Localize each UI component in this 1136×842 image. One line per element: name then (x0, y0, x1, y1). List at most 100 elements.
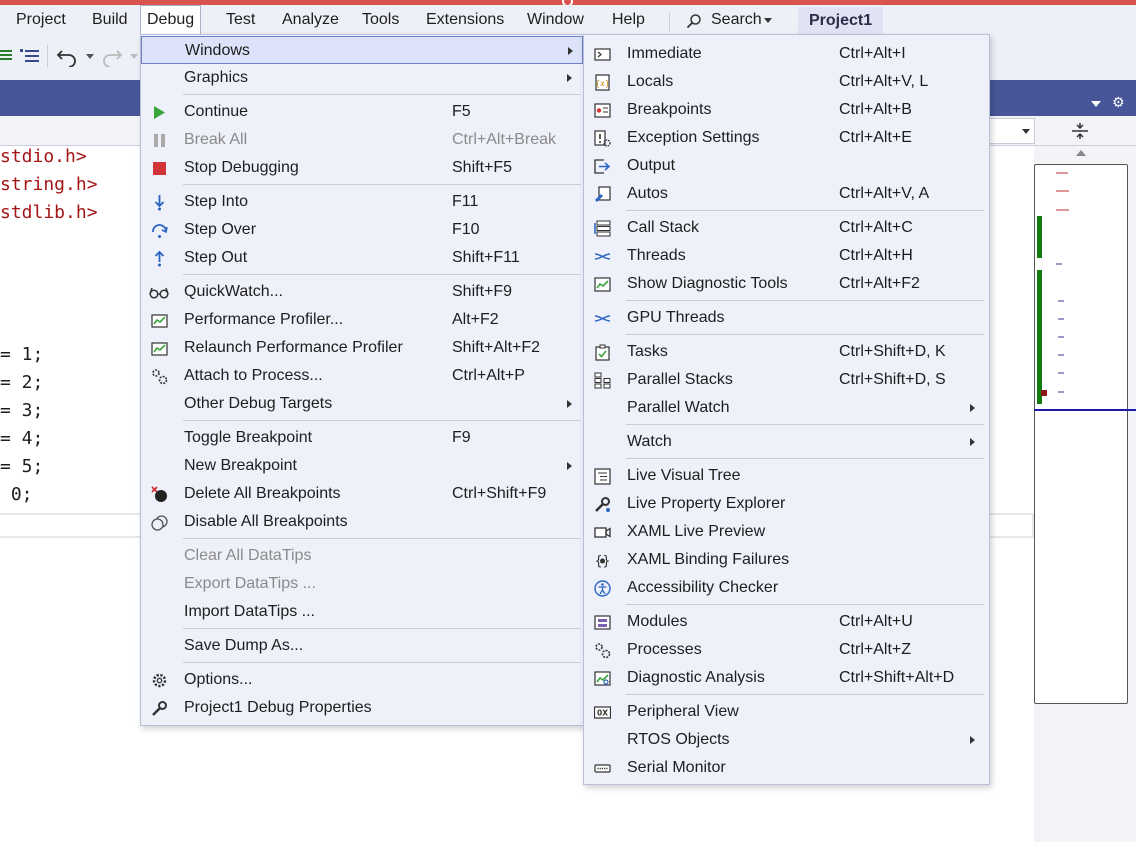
windows-menu-item-serial-monitor[interactable]: Serial Monitor (584, 754, 989, 782)
menu-bar: Project Build Debug Test Analyze Tools E… (0, 5, 1136, 36)
windows-menu-item-call-stack[interactable]: Call Stack Ctrl+Alt+C (584, 214, 989, 242)
video-camera-icon (594, 527, 611, 538)
windows-menu-item-parallel-watch[interactable]: Parallel Watch (584, 394, 989, 422)
comment-lines-icon[interactable] (20, 49, 40, 65)
debug-menu-item-graphics[interactable]: Graphics (141, 64, 583, 92)
menu-help[interactable]: Help (609, 5, 648, 35)
chevron-down-icon[interactable] (86, 54, 94, 59)
peripheral-view-icon: 0X (594, 706, 611, 719)
windows-menu-item-live-property-explorer[interactable]: Live Property Explorer (584, 490, 989, 518)
debug-menu-item-other-debug-targets[interactable]: Other Debug Targets (141, 390, 583, 418)
chevron-down-icon[interactable] (1022, 129, 1030, 134)
threads-icon (594, 253, 611, 260)
play-icon (154, 106, 165, 119)
chevron-right-icon (970, 736, 975, 744)
debug-menu-item-stop-debugging[interactable]: Stop Debugging Shift+F5 (141, 154, 583, 182)
windows-menu-item-processes[interactable]: Processes Ctrl+Alt+Z (584, 636, 989, 664)
diagnostic-analysis-icon (594, 671, 611, 686)
menu-build[interactable]: Build (89, 5, 131, 35)
svg-text:0X: 0X (597, 709, 608, 718)
windows-menu-item-output[interactable]: Output (584, 152, 989, 180)
call-stack-icon (594, 220, 611, 237)
menu-separator (626, 210, 984, 211)
menu-separator (626, 334, 984, 335)
menu-window[interactable]: Window (524, 5, 587, 35)
windows-menu-item-autos[interactable]: Autos Ctrl+Alt+V, A (584, 180, 989, 208)
undo-icon[interactable] (56, 47, 78, 67)
windows-menu-item-accessibility-checker[interactable]: Accessibility Checker (584, 574, 989, 602)
menu-separator (183, 94, 581, 95)
windows-menu-item-diagnostic-tools[interactable]: Show Diagnostic Tools Ctrl+Alt+F2 (584, 270, 989, 298)
debug-menu-item-toggle-breakpoint[interactable]: Toggle Breakpoint F9 (141, 424, 583, 452)
gear-icon[interactable]: ⚙ (1112, 95, 1125, 109)
exception-settings-icon (594, 130, 611, 147)
debug-menu-item-break-all[interactable]: Break All Ctrl+Alt+Break (141, 126, 583, 154)
menu-analyze[interactable]: Analyze (279, 5, 342, 35)
debug-menu-item-attach-to-process[interactable]: Attach to Process... Ctrl+Alt+P (141, 362, 583, 390)
windows-menu-item-peripheral-view[interactable]: 0X Peripheral View (584, 698, 989, 726)
debug-menu-item-continue[interactable]: Continue F5 (141, 98, 583, 126)
windows-menu-item-threads[interactable]: Threads Ctrl+Alt+H (584, 242, 989, 270)
debug-menu-item-debug-properties[interactable]: Project1 Debug Properties (141, 694, 583, 722)
windows-menu-item-gpu-threads[interactable]: GPU Threads (584, 304, 989, 332)
menu-test[interactable]: Test (223, 5, 258, 35)
menu-tools[interactable]: Tools (359, 5, 402, 35)
delete-breakpoints-icon (151, 486, 167, 502)
breakpoint-marker (1041, 390, 1047, 396)
format-list-icon[interactable] (0, 49, 14, 63)
debug-menu-item-save-dump[interactable]: Save Dump As... (141, 632, 583, 660)
minimap-text-mark (1058, 354, 1064, 356)
windows-menu-item-breakpoints[interactable]: Breakpoints Ctrl+Alt+B (584, 96, 989, 124)
menu-debug[interactable]: Debug (140, 5, 202, 36)
menu-separator (183, 662, 581, 663)
split-editor-icon[interactable] (1070, 122, 1090, 140)
windows-submenu: Immediate Ctrl+Alt+I {x} Locals Ctrl+Alt… (583, 34, 990, 785)
debug-menu-item-windows[interactable]: Windows (141, 36, 583, 64)
debug-menu-item-options[interactable]: Options... (141, 666, 583, 694)
debug-menu-item-disable-all-breakpoints[interactable]: Disable All Breakpoints (141, 508, 583, 536)
debug-menu-item-new-breakpoint[interactable]: New Breakpoint (141, 452, 583, 480)
minimap-text-mark (1058, 391, 1064, 393)
chevron-right-icon (568, 47, 573, 55)
windows-menu-item-rtos-objects[interactable]: RTOS Objects (584, 726, 989, 754)
search-label[interactable]: Search (708, 5, 765, 35)
debug-menu-item-clear-all-datatips[interactable]: Clear All DataTips (141, 542, 583, 570)
windows-menu-item-exception-settings[interactable]: Exception Settings Ctrl+Alt+E (584, 124, 989, 152)
scroll-up-arrow-icon[interactable] (1076, 150, 1086, 156)
windows-menu-item-watch[interactable]: Watch (584, 428, 989, 456)
debug-menu-item-import-datatips[interactable]: Import DataTips ... (141, 598, 583, 626)
redo-icon[interactable] (101, 47, 123, 67)
menu-separator (626, 604, 984, 605)
windows-menu-item-parallel-stacks[interactable]: Parallel Stacks Ctrl+Shift+D, S (584, 366, 989, 394)
debug-menu-item-relaunch-profiler[interactable]: Relaunch Performance Profiler Shift+Alt+… (141, 334, 583, 362)
step-out-icon (154, 250, 165, 267)
chevron-down-icon[interactable] (764, 18, 772, 23)
chevron-down-icon[interactable] (130, 54, 138, 59)
windows-menu-item-diagnostic-analysis[interactable]: Diagnostic Analysis Ctrl+Shift+Alt+D (584, 664, 989, 692)
debug-menu-item-step-over[interactable]: Step Over F10 (141, 216, 583, 244)
chevron-down-icon[interactable] (1091, 101, 1101, 107)
debug-menu-item-performance-profiler[interactable]: Performance Profiler... Alt+F2 (141, 306, 583, 334)
debug-menu-item-export-datatips[interactable]: Export DataTips ... (141, 570, 583, 598)
chevron-right-icon (970, 438, 975, 446)
minimap-preview[interactable] (1034, 164, 1128, 704)
windows-menu-item-xaml-live-preview[interactable]: XAML Live Preview (584, 518, 989, 546)
windows-menu-item-xaml-binding-failures[interactable]: {} XAML Binding Failures (584, 546, 989, 574)
performance-chart-icon (151, 342, 168, 356)
debug-menu-item-delete-all-breakpoints[interactable]: Delete All Breakpoints Ctrl+Shift+F9 (141, 480, 583, 508)
windows-menu-item-tasks[interactable]: Tasks Ctrl+Shift+D, K (584, 338, 989, 366)
debug-menu-item-quickwatch[interactable]: QuickWatch... Shift+F9 (141, 278, 583, 306)
menu-extensions[interactable]: Extensions (423, 5, 507, 35)
minimap-text-mark (1058, 300, 1064, 302)
windows-menu-item-locals[interactable]: {x} Locals Ctrl+Alt+V, L (584, 68, 989, 96)
windows-menu-item-immediate[interactable]: Immediate Ctrl+Alt+I (584, 40, 989, 68)
step-over-icon (152, 224, 168, 238)
code-line: string.h> (0, 174, 98, 195)
debug-menu-item-step-into[interactable]: Step Into F11 (141, 188, 583, 216)
menu-project[interactable]: Project (13, 5, 69, 35)
serial-monitor-icon (594, 764, 611, 773)
windows-menu-item-live-visual-tree[interactable]: Live Visual Tree (584, 462, 989, 490)
search-icon[interactable] (686, 13, 702, 29)
debug-menu-item-step-out[interactable]: Step Out Shift+F11 (141, 244, 583, 272)
windows-menu-item-modules[interactable]: Modules Ctrl+Alt+U (584, 608, 989, 636)
